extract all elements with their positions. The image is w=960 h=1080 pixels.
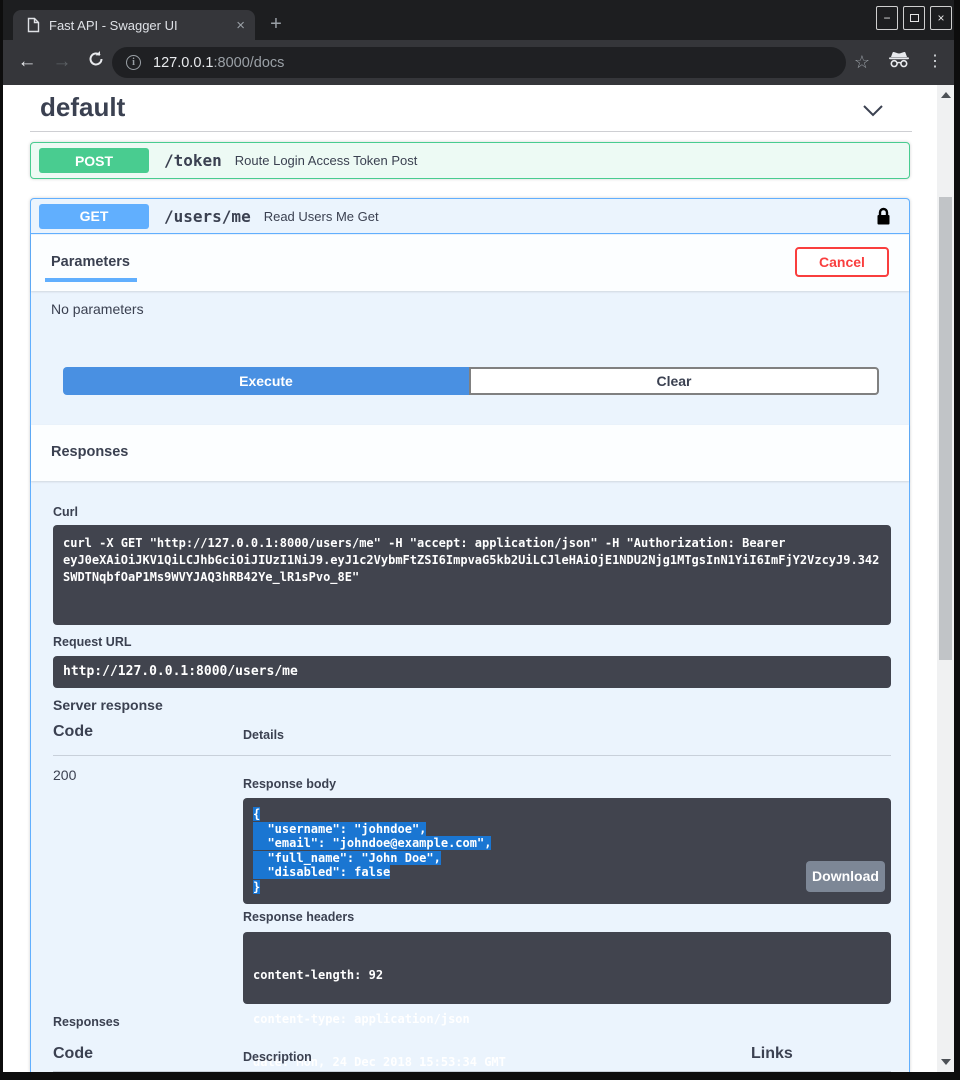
- window-border-left: [0, 0, 3, 1080]
- post-endpoint-summary: Route Login Access Token Post: [235, 153, 418, 168]
- browser-window: Fast API - Swagger UI × + − × ← → i 127.…: [0, 0, 960, 1080]
- response-body-label: Response body: [243, 777, 336, 791]
- reload-icon[interactable]: [83, 50, 109, 74]
- documented-links-header: Links: [751, 1045, 793, 1063]
- address-bar[interactable]: i 127.0.0.1:8000/docs: [112, 47, 846, 78]
- parameters-section-header: Parameters Cancel: [31, 235, 909, 291]
- scrollbar-up-icon[interactable]: [941, 92, 951, 98]
- execute-row: Execute Clear: [63, 367, 879, 395]
- close-window-button[interactable]: ×: [930, 6, 952, 30]
- response-header-line: content-length: 92: [253, 968, 881, 983]
- url-host: 127.0.0.1: [153, 55, 213, 71]
- response-body-line: "username": "johndoe",: [253, 822, 881, 837]
- cancel-button[interactable]: Cancel: [795, 247, 889, 277]
- tab-parameters[interactable]: Parameters: [51, 254, 130, 270]
- section-divider: [30, 131, 912, 132]
- post-endpoint-path: /token: [164, 151, 222, 170]
- browser-tab[interactable]: Fast API - Swagger UI ×: [13, 10, 255, 40]
- get-method-badge: GET: [39, 204, 149, 229]
- get-endpoint-path: /users/me: [164, 207, 251, 226]
- response-body-line: "full_name": "John Doe",: [253, 851, 881, 866]
- responses-title: Responses: [51, 444, 128, 460]
- status-code: 200: [53, 767, 76, 783]
- table-header-divider: [53, 755, 891, 756]
- documented-code-header: Code: [53, 1045, 93, 1063]
- get-endpoint-summary: Read Users Me Get: [264, 209, 379, 224]
- tab-title: Fast API - Swagger UI: [49, 18, 236, 33]
- response-body-line: "disabled": false: [253, 865, 881, 880]
- forward-icon: →: [49, 50, 75, 74]
- post-method-badge: POST: [39, 148, 149, 173]
- back-icon[interactable]: ←: [14, 50, 40, 74]
- page-favicon-icon: [27, 17, 40, 33]
- maximize-button[interactable]: [903, 6, 925, 30]
- window-controls: − ×: [876, 6, 952, 30]
- response-body-line: {: [253, 807, 881, 822]
- scrollbar-down-icon[interactable]: [941, 1059, 951, 1065]
- page-scrollbar[interactable]: [937, 85, 954, 1072]
- request-url-label: Request URL: [53, 635, 131, 649]
- clear-button[interactable]: Clear: [469, 367, 879, 395]
- chevron-down-icon[interactable]: [862, 104, 884, 122]
- download-button[interactable]: Download: [806, 861, 885, 892]
- bookmark-star-icon[interactable]: ☆: [850, 50, 874, 74]
- tab-close-icon[interactable]: ×: [236, 18, 245, 33]
- response-header-line: content-type: application/json: [253, 1012, 881, 1027]
- browser-menu-icon[interactable]: ⋮: [924, 50, 946, 74]
- curl-command[interactable]: curl -X GET "http://127.0.0.1:8000/users…: [53, 525, 891, 625]
- opblock-get-users-me: GET /users/me Read Users Me Get Paramete…: [30, 198, 910, 1072]
- response-body-line: }: [253, 880, 881, 895]
- get-summary-row[interactable]: GET /users/me Read Users Me Get: [31, 199, 909, 234]
- maximize-icon: [910, 14, 919, 22]
- response-headers-label: Response headers: [243, 910, 354, 924]
- active-tab-underline: [45, 278, 137, 282]
- curl-label: Curl: [53, 505, 78, 519]
- documented-description-header: Description: [243, 1050, 312, 1064]
- browser-titlebar: Fast API - Swagger UI × + − ×: [0, 0, 960, 40]
- incognito-icon: [886, 50, 912, 74]
- opblock-post-token[interactable]: POST /token Route Login Access Token Pos…: [30, 142, 910, 179]
- documented-responses-label: Responses: [53, 1015, 120, 1029]
- minimize-button[interactable]: −: [876, 6, 898, 30]
- window-border-right: [954, 0, 960, 1080]
- scrollbar-thumb[interactable]: [939, 197, 952, 660]
- code-column-header: Code: [53, 723, 93, 741]
- response-headers-block: content-length: 92 content-type: applica…: [243, 932, 891, 1004]
- tag-section-title[interactable]: default: [40, 92, 125, 123]
- auth-lock-icon[interactable]: [876, 207, 891, 231]
- details-column-header: Details: [243, 728, 284, 742]
- no-parameters-message: No parameters: [51, 301, 144, 317]
- request-url-value: http://127.0.0.1:8000/users/me: [53, 656, 891, 688]
- responses-section-header: Responses: [31, 425, 909, 481]
- response-body-block[interactable]: { "username": "johndoe", "email": "johnd…: [243, 798, 891, 904]
- window-border-bottom: [0, 1072, 960, 1080]
- new-tab-button[interactable]: +: [264, 12, 288, 38]
- server-response-label: Server response: [53, 697, 163, 713]
- response-body-line: "email": "johndoe@example.com",: [253, 836, 881, 851]
- site-info-icon[interactable]: i: [126, 55, 141, 70]
- url-path: :8000/docs: [213, 55, 284, 71]
- execute-button[interactable]: Execute: [63, 367, 469, 395]
